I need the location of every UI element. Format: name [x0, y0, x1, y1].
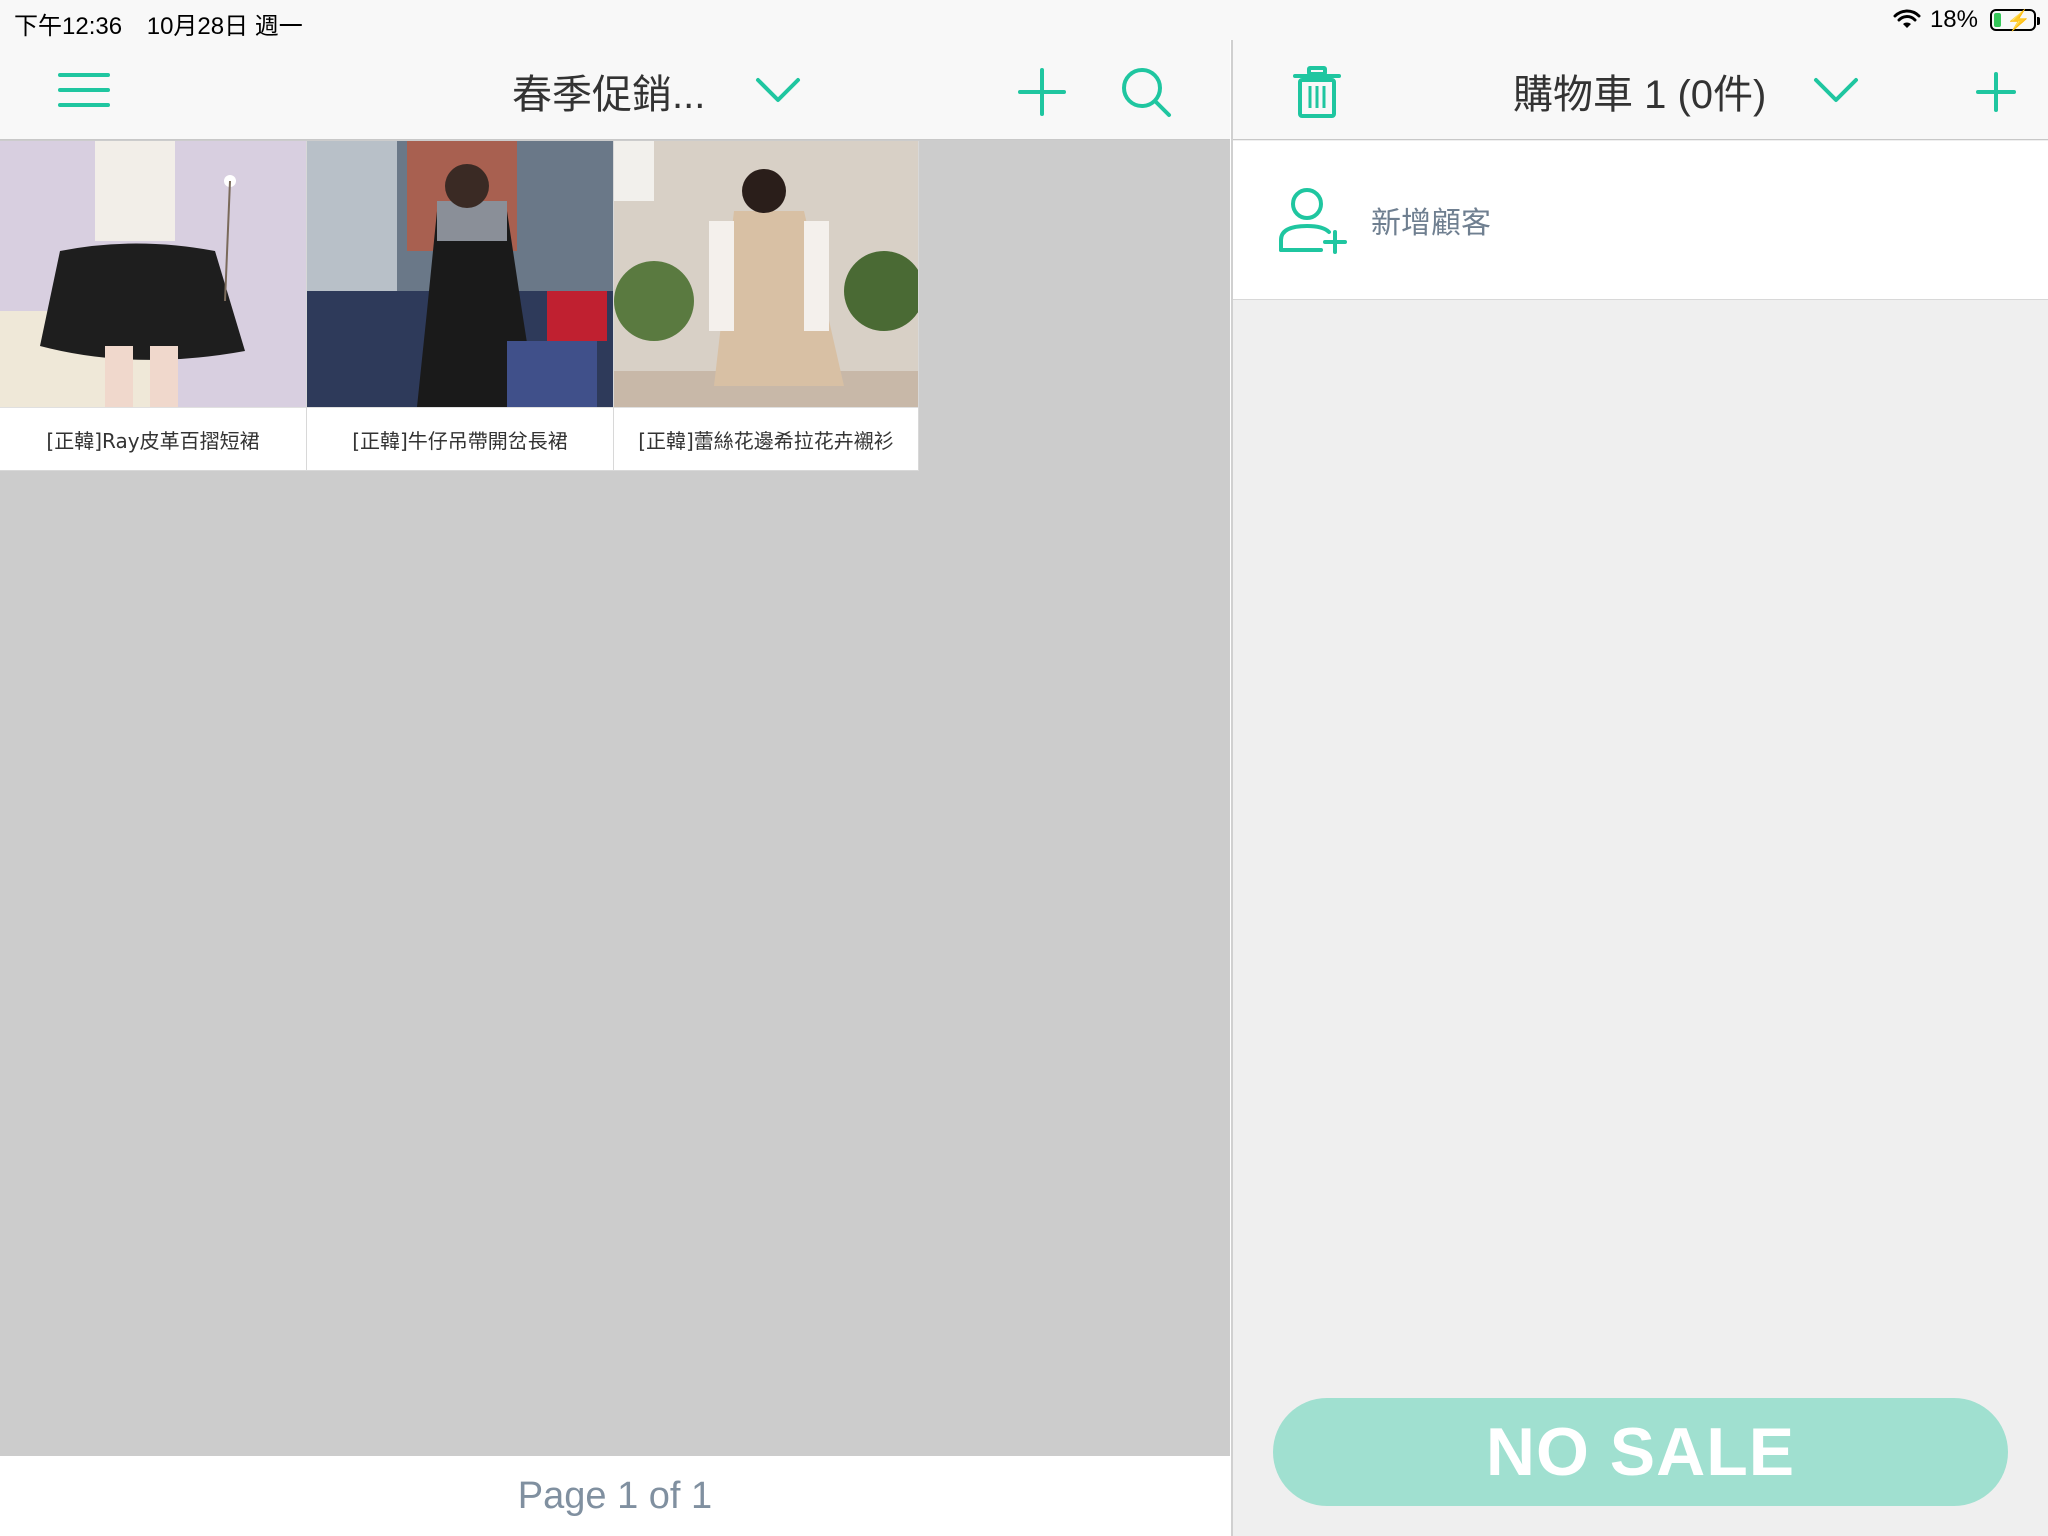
battery-percent: 18% [1929, 6, 1978, 33]
search-icon [1122, 68, 1171, 117]
search-button[interactable] [1116, 62, 1176, 122]
cart-header: 購物車 1 (0件) [1233, 40, 2048, 140]
product-image [614, 141, 918, 407]
menu-icon [58, 73, 110, 107]
clear-cart-button[interactable] [1289, 62, 1345, 122]
product-image [307, 141, 613, 407]
no-sale-button[interactable]: NO SALE [1273, 1398, 2008, 1506]
product-panel: 春季促銷... [正韓]Ray皮革百摺短裙 [正韓]牛仔吊帶開岔長裙 [正韓]蕾… [0, 40, 1230, 1536]
plus-icon [1018, 68, 1066, 116]
product-name: [正韓]蕾絲花邊希拉花卉襯衫 [614, 407, 918, 470]
add-cart-button[interactable] [1968, 64, 2024, 120]
product-card[interactable]: [正韓]牛仔吊帶開岔長裙 [307, 141, 614, 471]
product-grid: [正韓]Ray皮革百摺短裙 [正韓]牛仔吊帶開岔長裙 [正韓]蕾絲花邊希拉花卉襯… [0, 141, 919, 471]
cart-panel: 購物車 1 (0件) 新增顧客 NO SALE [1231, 40, 2048, 1536]
product-card[interactable]: [正韓]蕾絲花邊希拉花卉襯衫 [614, 141, 919, 471]
product-name: [正韓]Ray皮革百摺短裙 [0, 407, 306, 470]
add-user-icon [1279, 188, 1347, 254]
wifi-icon [1893, 9, 1921, 28]
status-date: 10月28日 週一 [146, 13, 303, 40]
status-right: 18% ⚡ [1892, 6, 2040, 34]
trash-icon [1293, 66, 1341, 118]
product-name: [正韓]牛仔吊帶開岔長裙 [307, 407, 613, 470]
cart-title[interactable]: 購物車 1 (0件) [1513, 62, 1766, 120]
chevron-down-icon [1814, 78, 1858, 102]
plus-icon [1976, 72, 2016, 112]
page-indicator: Page 1 of 1 [517, 1474, 713, 1517]
charging-bolt-icon: ⚡ [2006, 10, 2031, 32]
category-title[interactable]: 春季促銷... [512, 62, 705, 120]
menu-button[interactable] [50, 64, 118, 116]
category-dropdown-button[interactable] [750, 68, 806, 112]
battery-fill [1994, 13, 2001, 27]
product-image [0, 141, 306, 407]
product-header: 春季促銷... [0, 40, 1230, 140]
battery-icon: ⚡ [1990, 9, 2040, 32]
pagination-footer: Page 1 of 1 [0, 1456, 1230, 1536]
status-bar: 下午12:36 10月28日 週一 18% ⚡ [0, 0, 2048, 40]
add-customer-label: 新增顧客 [1371, 206, 1491, 241]
status-time: 下午12:36 [14, 13, 123, 40]
chevron-down-icon [756, 78, 800, 102]
status-left: 下午12:36 10月28日 週一 [14, 6, 321, 41]
add-product-button[interactable] [1014, 64, 1070, 120]
add-customer-row[interactable]: 新增顧客 [1233, 141, 2048, 300]
product-card[interactable]: [正韓]Ray皮革百摺短裙 [0, 141, 307, 471]
cart-dropdown-button[interactable] [1808, 68, 1864, 112]
